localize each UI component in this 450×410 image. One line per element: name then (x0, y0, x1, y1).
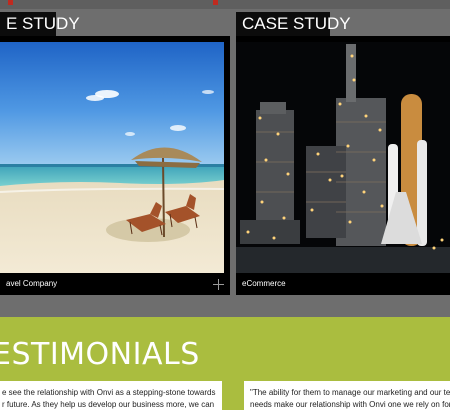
case-study-caption-text: avel Company (6, 279, 58, 288)
top-strip (0, 0, 450, 9)
plus-icon[interactable] (213, 279, 224, 290)
top-accent-mark (213, 0, 218, 5)
case-study-card-travel[interactable]: avel Company (0, 36, 230, 295)
testimonial-line: needs make our relationship with Onvi on… (250, 400, 450, 409)
case-study-heading: CASE STUDY (236, 12, 351, 36)
testimonial-line: e see the relationship with Onvi as a st… (2, 388, 216, 397)
case-study-caption: avel Company (0, 273, 230, 295)
beach-photo (0, 42, 224, 273)
case-study-heading: E STUDY (0, 12, 80, 36)
testimonial-quote: e see the relationship with Onvi as a st… (0, 381, 222, 410)
case-study-caption: eCommerce (236, 273, 450, 295)
case-study-caption-text: eCommerce (242, 279, 286, 288)
case-study-card-ecommerce[interactable]: eCommerce (236, 36, 450, 295)
testimonial-quote: "The ability for them to manage our mark… (244, 381, 450, 410)
top-accent-mark (8, 0, 13, 5)
testimonial-line: r future. As they help us develop our bu… (2, 400, 215, 409)
testimonials-heading: ESTIMONIALS (0, 337, 200, 372)
testimonial-line: "The ability for them to manage our mark… (250, 388, 450, 397)
launch-pad-photo (236, 42, 450, 273)
